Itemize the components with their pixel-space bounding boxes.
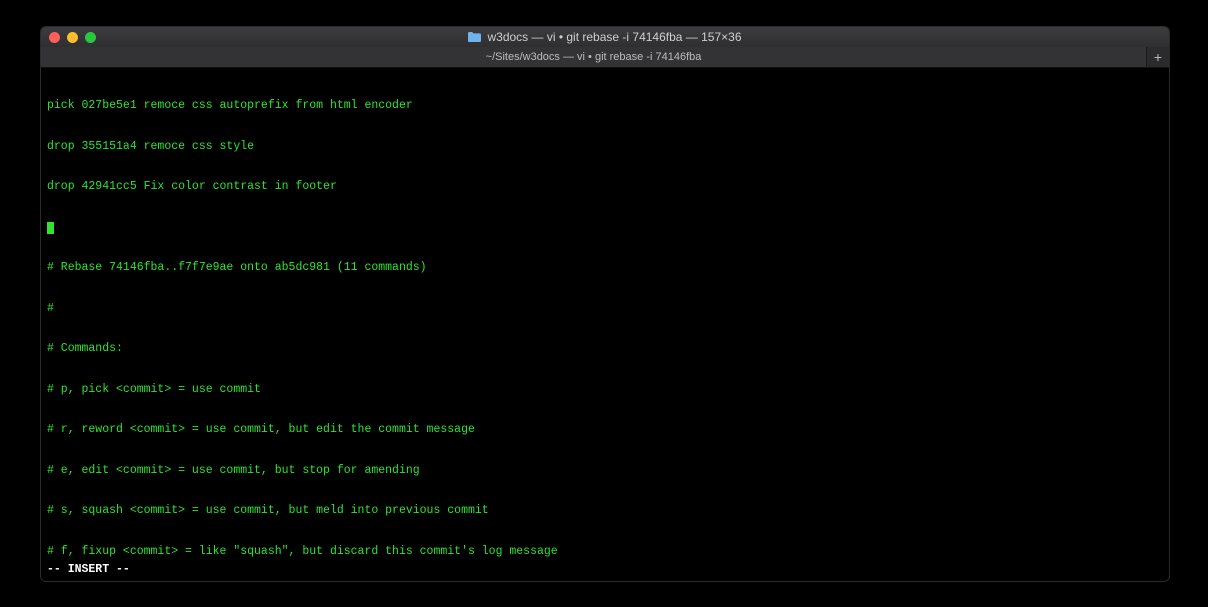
zoom-icon[interactable] bbox=[85, 32, 96, 43]
comment-line: # f, fixup <commit> = like "squash", but… bbox=[47, 545, 1163, 559]
tab-label: ~/Sites/w3docs — vi • git rebase -i 7414… bbox=[486, 51, 702, 63]
comment-line: # Rebase 74146fba..f7f7e9ae onto ab5dc98… bbox=[47, 261, 1163, 275]
titlebar: w3docs — vi • git rebase -i 74146fba — 1… bbox=[41, 27, 1169, 47]
vi-mode: -- INSERT -- bbox=[47, 563, 130, 577]
close-icon[interactable] bbox=[49, 32, 60, 43]
comment-line: # r, reword <commit> = use commit, but e… bbox=[47, 423, 1163, 437]
comment-line: # bbox=[47, 302, 1163, 316]
minimize-icon[interactable] bbox=[67, 32, 78, 43]
comment-line: # p, pick <commit> = use commit bbox=[47, 383, 1163, 397]
window-title: w3docs — vi • git rebase -i 74146fba — 1… bbox=[487, 30, 741, 44]
terminal-window: w3docs — vi • git rebase -i 74146fba — 1… bbox=[40, 26, 1170, 582]
tab-active[interactable]: ~/Sites/w3docs — vi • git rebase -i 7414… bbox=[41, 47, 1147, 67]
terminal-viewport[interactable]: pick 027be5e1 remoce css autoprefix from… bbox=[41, 68, 1169, 582]
comment-line: # s, squash <commit> = use commit, but m… bbox=[47, 504, 1163, 518]
folder-icon bbox=[468, 32, 481, 42]
comment-line: # e, edit <commit> = use commit, but sto… bbox=[47, 464, 1163, 478]
cursor bbox=[47, 222, 54, 234]
cursor-line bbox=[47, 221, 1163, 235]
plus-icon: + bbox=[1154, 49, 1162, 65]
rebase-line: drop 355151a4 remoce css style bbox=[47, 140, 1163, 154]
tab-bar: ~/Sites/w3docs — vi • git rebase -i 7414… bbox=[41, 47, 1169, 68]
window-controls bbox=[49, 32, 96, 43]
new-tab-button[interactable]: + bbox=[1147, 47, 1169, 67]
rebase-line: drop 42941cc5 Fix color contrast in foot… bbox=[47, 180, 1163, 194]
comment-line: # Commands: bbox=[47, 342, 1163, 356]
rebase-line: pick 027be5e1 remoce css autoprefix from… bbox=[47, 99, 1163, 113]
